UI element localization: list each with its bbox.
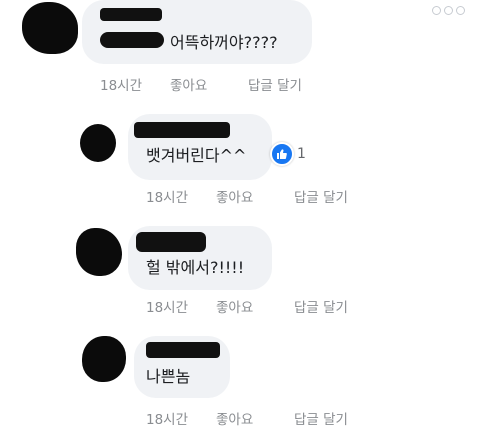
comment-actions: 18시간 좋아요 답글 달기 bbox=[146, 296, 348, 316]
comment-actions: 18시간 좋아요 답글 달기 bbox=[146, 186, 348, 206]
more-options-icon[interactable] bbox=[432, 6, 465, 15]
timestamp[interactable]: 18시간 bbox=[146, 296, 216, 316]
comment-text: 나쁜놈 bbox=[146, 367, 191, 386]
avatar[interactable] bbox=[80, 124, 116, 162]
comment-text: 헐 밖에서?!!!! bbox=[146, 258, 245, 277]
timestamp[interactable]: 18시간 bbox=[146, 408, 216, 428]
like-button[interactable]: 좋아요 bbox=[170, 74, 248, 94]
thumbs-up-icon bbox=[270, 142, 294, 166]
author-name[interactable] bbox=[136, 232, 206, 252]
avatar[interactable] bbox=[22, 2, 78, 54]
comment-actions: 18시간 좋아요 답글 달기 bbox=[146, 408, 348, 428]
comment-actions: 18시간 좋아요 답글 달기 bbox=[100, 74, 302, 94]
author-name[interactable] bbox=[146, 342, 220, 358]
reply-button[interactable]: 답글 달기 bbox=[294, 408, 348, 428]
comment-text: 뱃겨버린다^^ bbox=[146, 146, 247, 165]
reaction-summary[interactable]: 1 bbox=[270, 142, 306, 166]
reply-button[interactable]: 답글 달기 bbox=[248, 74, 302, 94]
like-button[interactable]: 좋아요 bbox=[216, 296, 294, 316]
like-button[interactable]: 좋아요 bbox=[216, 186, 294, 206]
timestamp[interactable]: 18시간 bbox=[146, 186, 216, 206]
avatar[interactable] bbox=[82, 336, 126, 382]
author-name[interactable] bbox=[100, 8, 162, 21]
dot bbox=[432, 6, 441, 15]
comment-text: 어뜩하꺼야???? bbox=[170, 33, 278, 52]
author-name[interactable] bbox=[134, 122, 230, 138]
dot bbox=[456, 6, 465, 15]
dot bbox=[444, 6, 453, 15]
like-button[interactable]: 좋아요 bbox=[216, 408, 294, 428]
author-name[interactable] bbox=[100, 32, 164, 48]
avatar[interactable] bbox=[76, 228, 122, 276]
reply-button[interactable]: 답글 달기 bbox=[294, 296, 348, 316]
reply-button[interactable]: 답글 달기 bbox=[294, 186, 348, 206]
timestamp[interactable]: 18시간 bbox=[100, 74, 170, 94]
reaction-count: 1 bbox=[297, 146, 306, 162]
